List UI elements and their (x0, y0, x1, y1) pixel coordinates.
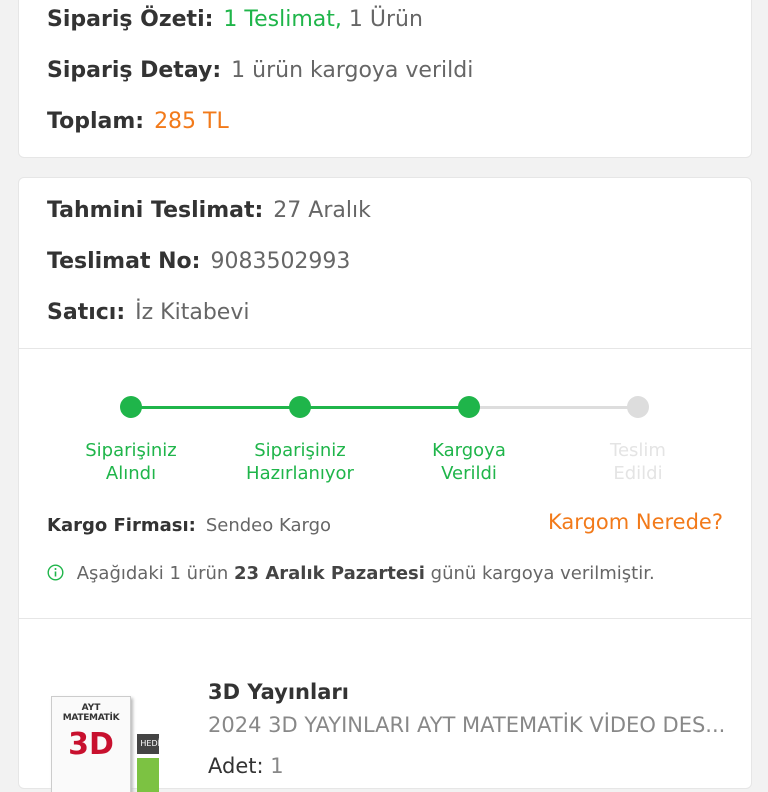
order-summary-label: Sipariş Özeti: (47, 7, 214, 32)
step-dot-delivered (627, 396, 649, 418)
order-summary-row: Sipariş Özeti: 1 Teslimat, 1 Ürün (47, 5, 423, 35)
total-row: Toplam: 285 TL (47, 107, 229, 137)
tracker-line-2 (300, 406, 469, 409)
order-detail-label: Sipariş Detay: (47, 58, 222, 83)
tracker-line-1 (131, 406, 300, 409)
total-value: 285 TL (154, 109, 229, 134)
shipping-info-pre: Aşağıdaki 1 ürün (76, 563, 229, 584)
step-label-line1: Siparişiniz (85, 440, 177, 461)
step-label-line1: Teslim (610, 440, 666, 461)
divider (19, 618, 751, 619)
product-qty-value: 1 (270, 754, 284, 778)
delivery-no-value: 9083502993 (210, 249, 351, 274)
order-detail-value: 1 ürün kargoya verildi (231, 58, 474, 83)
estimated-delivery-row: Tahmini Teslimat: 27 Aralık (47, 196, 371, 226)
order-detail-row: Sipariş Detay: 1 ürün kargoya verildi (47, 56, 473, 86)
seller-label: Satıcı: (47, 300, 126, 325)
where-is-my-cargo-link[interactable]: Kargom Nerede? (548, 510, 723, 534)
seller-value[interactable]: İz Kitabevi (135, 300, 249, 325)
step-label-line2: Hazırlanıyor (246, 463, 354, 484)
step-label-line1: Siparişiniz (254, 440, 346, 461)
seller-row: Satıcı: İz Kitabevi (47, 298, 249, 328)
step-label-line2: Verildi (441, 463, 497, 484)
estimated-delivery-label: Tahmini Teslimat: (47, 198, 264, 223)
book-cover-top: AYT (81, 703, 101, 713)
info-icon (47, 564, 64, 581)
step-label-line1: Kargoya (432, 440, 506, 461)
product-qty-label: Adet: (208, 754, 264, 778)
delivery-no-row: Teslimat No: 9083502993 (47, 247, 350, 277)
book-cover-subject: MATEMATİK (62, 713, 120, 723)
order-summary-card: Sipariş Özeti: 1 Teslimat, 1 Ürün Sipariş… (18, 0, 752, 158)
step-dot-shipped (458, 396, 480, 418)
tracker-line-3 (469, 406, 638, 409)
gift-badge: HEDİYE... (137, 734, 159, 754)
total-label: Toplam: (47, 109, 145, 134)
book-cover-logo: 3D (68, 727, 114, 762)
step-label-shipped: Kargoya Verildi (394, 439, 544, 485)
order-summary-delivery: 1 Teslimat, (223, 7, 342, 32)
book-cover: AYT MATEMATİK 3D (51, 696, 131, 792)
shipping-info-date: 23 Aralık Pazartesi (234, 563, 425, 584)
product-image[interactable]: AYT MATEMATİK 3D HEDİYE... (47, 692, 159, 792)
order-summary-items: 1 Ürün (348, 7, 423, 32)
shipping-info: Aşağıdaki 1 ürün 23 Aralık Pazartesi gün… (47, 563, 655, 584)
step-dot-preparing (289, 396, 311, 418)
product-title[interactable]: 2024 3D YAYINLARI AYT MATEMATİK VİDEO DE… (208, 713, 725, 737)
cargo-company-label: Kargo Firması: (47, 515, 196, 536)
delivery-card: Tahmini Teslimat: 27 Aralık Teslimat No: 9… (18, 177, 752, 792)
shipping-info-post: günü kargoya verilmiştir. (430, 563, 655, 584)
step-dot-received (120, 396, 142, 418)
product-qty: Adet: 1 (208, 754, 284, 778)
step-label-delivered: Teslim Edildi (563, 439, 713, 485)
step-label-line2: Edildi (613, 463, 663, 484)
divider (19, 348, 751, 349)
step-label-line2: Alındı (105, 463, 157, 484)
cargo-company-row: Kargo Firması: Sendeo Kargo (47, 511, 331, 541)
estimated-delivery-value: 27 Aralık (273, 198, 371, 223)
cargo-company-value: Sendeo Kargo (205, 515, 332, 536)
delivery-no-label: Teslimat No: (47, 249, 201, 274)
step-label-preparing: Siparişiniz Hazırlanıyor (225, 439, 375, 485)
gift-badge-green (137, 758, 159, 792)
step-label-received: Siparişiniz Alındı (56, 439, 206, 485)
product-brand: 3D Yayınları (208, 680, 349, 704)
